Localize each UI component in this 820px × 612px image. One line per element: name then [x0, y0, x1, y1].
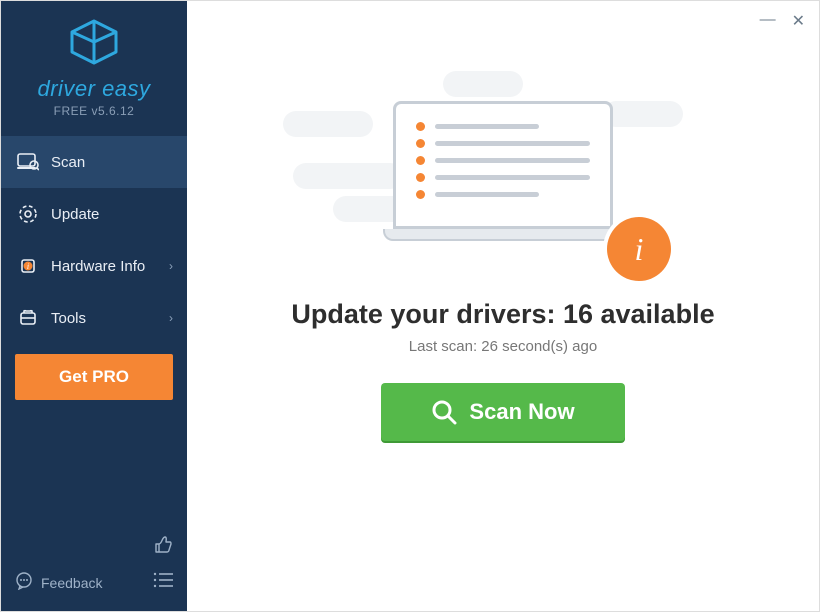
- chat-icon: [15, 572, 33, 593]
- laptop-graphic: [393, 101, 613, 241]
- scan-icon: [17, 153, 39, 171]
- feedback-button[interactable]: Feedback: [15, 572, 102, 593]
- logo-area: driver easy FREE v5.6.12: [1, 1, 187, 128]
- nav-scan[interactable]: Scan: [1, 136, 187, 188]
- chevron-right-icon: ›: [169, 311, 173, 325]
- minimize-button[interactable]: —: [760, 11, 776, 31]
- headline: Update your drivers: 16 available: [291, 299, 714, 330]
- list-icon[interactable]: [153, 572, 173, 593]
- nav-hardware[interactable]: i Hardware Info ›: [1, 240, 187, 292]
- sidebar-bottom: Feedback: [1, 525, 187, 611]
- sidebar: driver easy FREE v5.6.12 Scan Update i H…: [1, 1, 187, 611]
- feedback-label: Feedback: [41, 575, 102, 591]
- brand-name: driver easy: [1, 76, 187, 102]
- nav-tools[interactable]: Tools ›: [1, 292, 187, 344]
- bottom-icons: [153, 535, 173, 593]
- nav-update[interactable]: Update: [1, 188, 187, 240]
- scan-now-button[interactable]: Scan Now: [381, 383, 624, 441]
- last-scan-text: Last scan: 26 second(s) ago: [409, 338, 597, 355]
- scan-now-label: Scan Now: [469, 399, 574, 425]
- nav-hardware-label: Hardware Info: [51, 258, 145, 275]
- search-icon: [431, 399, 457, 425]
- thumbs-up-icon[interactable]: [153, 535, 173, 560]
- svg-text:i: i: [27, 262, 29, 271]
- nav-scan-label: Scan: [51, 154, 85, 171]
- logo-icon: [68, 19, 120, 70]
- get-pro-button[interactable]: Get PRO: [15, 354, 173, 400]
- hardware-icon: i: [17, 256, 39, 276]
- nav: Scan Update i Hardware Info › Tools › Ge…: [1, 136, 187, 400]
- info-badge-icon: i: [607, 217, 671, 281]
- nav-update-label: Update: [51, 206, 99, 223]
- update-icon: [17, 204, 39, 224]
- close-button[interactable]: ✕: [792, 11, 805, 31]
- illustration: i: [323, 71, 683, 271]
- window-controls: — ✕: [760, 11, 805, 31]
- main-panel: — ✕ i Update your drivers: 16 available …: [187, 1, 819, 611]
- tools-icon: [17, 308, 39, 328]
- chevron-right-icon: ›: [169, 259, 173, 273]
- version-label: FREE v5.6.12: [1, 104, 187, 118]
- nav-tools-label: Tools: [51, 310, 86, 327]
